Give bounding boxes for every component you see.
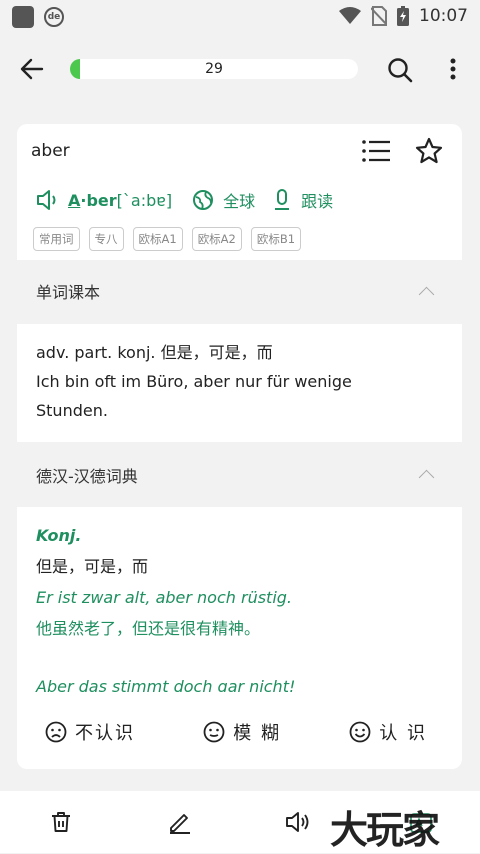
example-german: Er ist zwar alt, aber noch rüstig.	[36, 588, 292, 607]
known-label: 认 识	[379, 723, 427, 744]
microphone-icon[interactable]	[273, 189, 291, 211]
unknown-button[interactable]: 不认识	[45, 719, 135, 745]
tag-level-8: 专八	[88, 227, 124, 251]
trash-icon[interactable]	[50, 811, 72, 833]
chevron-up-icon[interactable]	[418, 286, 435, 303]
speaker-icon[interactable]	[285, 810, 313, 834]
dictionary-content: Konj. 但是，可是，而 Er ist zwar alt, aber noch…	[36, 520, 295, 702]
tag-row: 常用词 专八 欧标A1 欧标A2 欧标B1	[33, 227, 310, 251]
vague-button[interactable]: 模 糊	[203, 719, 281, 745]
known-button[interactable]: 认 识	[349, 719, 427, 745]
more-options-icon[interactable]	[450, 58, 456, 80]
dictionary-meaning: 但是，可是，而	[36, 557, 149, 576]
smile-face-icon	[349, 721, 371, 743]
chevron-up-icon[interactable]	[418, 469, 435, 486]
back-arrow-icon[interactable]	[20, 58, 44, 80]
tag-cefr-b1: 欧标B1	[250, 227, 302, 251]
textbook-section-header[interactable]: 单词课本	[36, 279, 100, 303]
textbook-definition: adv. part. konj. 但是，可是，而	[36, 343, 273, 362]
no-sim-icon	[371, 6, 387, 26]
headword: aber	[31, 141, 70, 161]
status-bar: de 10:07	[0, 0, 480, 34]
unknown-label: 不认识	[75, 723, 135, 744]
clock-time: 10:07	[419, 6, 468, 26]
textbook-example-line: Stunden.	[36, 401, 108, 420]
pronunciation-stressed: A	[68, 190, 81, 210]
vague-label: 模 糊	[233, 723, 281, 744]
star-favorite-icon[interactable]	[415, 137, 443, 164]
textbook-content: adv. part. konj. 但是，可是，而 Ich bin oft im …	[36, 338, 352, 425]
part-of-speech: Konj.	[36, 526, 82, 545]
progress-count: 29	[205, 61, 223, 77]
battery-icon	[397, 6, 409, 26]
globe-icon[interactable]	[192, 189, 214, 211]
bottom-toolbar: 大玩家	[0, 791, 480, 853]
speaker-icon[interactable]	[36, 189, 60, 211]
dictionary-section-header[interactable]: 德汉-汉德词典	[36, 463, 138, 487]
edit-pencil-icon[interactable]	[168, 810, 192, 834]
app-notification-icon	[12, 6, 34, 28]
example-chinese: 他虽然老了，但还是很有精神。	[36, 619, 261, 638]
watermark-logo: 大玩家	[330, 807, 440, 852]
search-icon[interactable]	[387, 57, 413, 83]
tag-cefr-a2: 欧标A2	[191, 227, 242, 251]
de-app-icon: de	[44, 7, 64, 27]
frown-face-icon	[45, 721, 67, 743]
action-buttons: 不认识 模 糊 认 识	[45, 717, 427, 747]
ipa-text: [`a:bɐ]	[116, 190, 173, 210]
follow-read-label[interactable]: 跟读	[301, 188, 333, 212]
neutral-face-icon	[203, 721, 225, 743]
global-label[interactable]: 全球	[223, 188, 255, 212]
progress-bar: 29	[70, 59, 358, 79]
textbook-example-line: Ich bin oft im Büro, aber nur für wenige	[36, 372, 352, 391]
list-icon[interactable]	[362, 140, 390, 162]
tag-common-word: 常用词	[33, 227, 80, 251]
tag-cefr-a1: 欧标A1	[132, 227, 183, 251]
pronunciation-row: A ·ber [`a:bɐ] 全球 跟读	[36, 188, 333, 212]
wifi-icon	[339, 7, 361, 24]
pronunciation-syllables: ·ber	[80, 190, 117, 210]
